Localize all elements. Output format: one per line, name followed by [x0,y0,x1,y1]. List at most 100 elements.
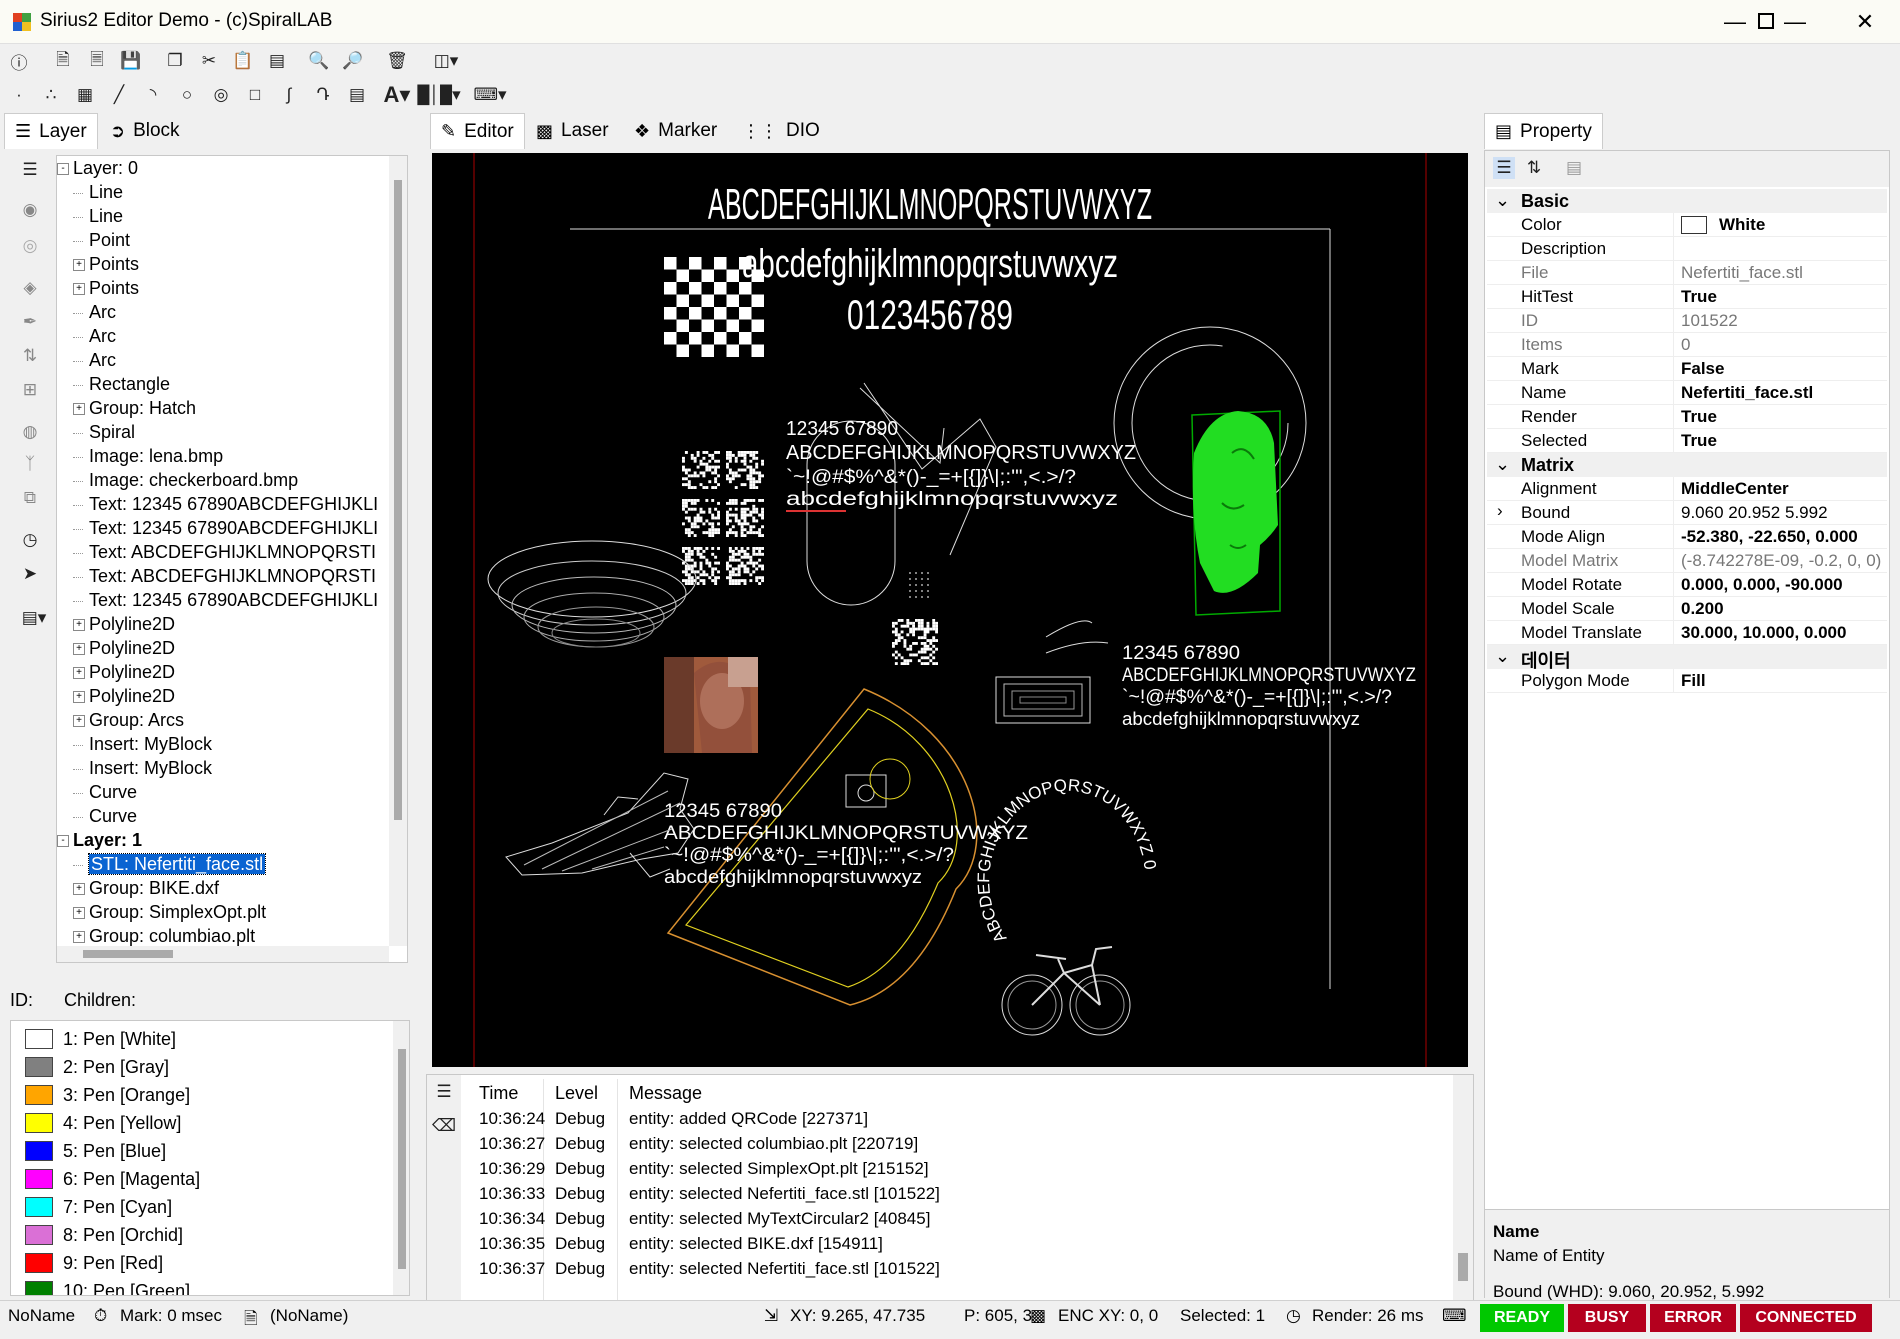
log-row[interactable]: 10:36:33 Debug entity: selected Nefertiti_… [469,1182,1449,1207]
tree-item[interactable]: Line [73,180,123,204]
property-row[interactable]: Polygon Mode Fill [1487,669,1887,693]
tree-item[interactable]: + Polyline2D [73,660,175,684]
tree-item[interactable]: Image: checkerboard.bmp [73,468,298,492]
property-value[interactable]: True [1681,287,1717,307]
property-row[interactable]: File Nefertiti_face.stl [1487,261,1887,285]
arc-icon[interactable]: ◝ [142,84,164,106]
tree-item[interactable]: + Group: Hatch [73,396,196,420]
property-row[interactable]: Model Matrix (-8.742278E-09, -0.2, 0, 0) [1487,549,1887,573]
tree-expander-icon[interactable]: + [73,259,85,272]
editor-canvas[interactable]: ABCDEFGHIJKLMNOPQRSTUVWXYZ abcdefghijklm… [432,153,1468,1067]
tree-item[interactable]: Arc [73,324,116,348]
property-value[interactable]: White [1719,215,1765,235]
tree-expander-icon[interactable]: + [73,907,85,920]
property-value[interactable]: 0.000, 0.000, -90.000 [1681,575,1843,595]
property-row[interactable]: › Bound 9.060 20.952 5.992 [1487,501,1887,525]
property-value[interactable]: Nefertiti_face.stl [1681,383,1813,403]
tree-item[interactable]: + Points [73,252,139,276]
property-pages-icon[interactable]: ▤ [1563,157,1585,179]
property-row[interactable]: Alignment MiddleCenter [1487,477,1887,501]
tree-item[interactable]: - Layer: 1 [57,828,142,852]
tree-item[interactable]: Curve [73,804,137,828]
tree-expander-icon[interactable]: + [73,691,85,704]
zoom-in-icon[interactable]: 🔎 [342,50,364,72]
tree-item[interactable]: STL: Nefertiti_face.stl [73,852,267,876]
property-category[interactable]: ⌄ Basic [1487,189,1887,213]
tree-item[interactable]: Text: ABCDEFGHIJKLMNOPQRSTI [73,564,376,588]
text-dropdown-icon[interactable]: A▾ [380,82,414,107]
tree-item[interactable]: + Polyline2D [73,636,175,660]
info-icon[interactable]: ⓘ [8,50,30,73]
datamatrix-entity[interactable] [892,619,938,665]
property-value[interactable]: 0.200 [1681,599,1724,619]
collapse-chevron-icon[interactable]: ⌄ [1495,646,1510,667]
tab-dio[interactable]: ⋮⋮ DIO [732,113,830,149]
fill-icon[interactable]: ◈ [19,277,41,299]
log-row[interactable]: 10:36:24 Debug entity: added QRCode [22737… [469,1107,1449,1132]
log-list-icon[interactable]: ☰ [433,1081,455,1103]
property-row[interactable]: Items 0 [1487,333,1887,357]
pen-item[interactable]: 5: Pen [Blue] [25,1137,166,1165]
tree-expander-icon[interactable]: + [73,643,85,656]
pen-item[interactable]: 2: Pen [Gray] [25,1053,169,1081]
pen-item[interactable]: 9: Pen [Red] [25,1249,163,1277]
log-row[interactable]: 10:36:27 Debug entity: selected columbiao.… [469,1132,1449,1157]
spiral-icon[interactable]: Դ [312,84,334,106]
3d-icon[interactable]: ◎ [19,235,41,257]
tree-item[interactable]: + Group: SimplexOpt.plt [73,900,266,924]
tree-expander-icon[interactable]: + [73,931,85,944]
tree-expander-icon[interactable]: + [73,883,85,896]
tree-expander-icon[interactable]: + [73,619,85,632]
property-row[interactable]: Color White [1487,213,1887,237]
tree-item[interactable]: Arc [73,300,116,324]
cut-icon[interactable]: ✂ [198,50,220,72]
tab-marker[interactable]: ❖ Marker [624,113,727,149]
image-icon[interactable]: ▤ [346,84,368,106]
property-value[interactable]: Nefertiti_face.stl [1681,263,1803,283]
barcode-dropdown-icon[interactable]: █│█▾ [417,84,460,106]
property-value[interactable]: True [1681,407,1717,427]
lena-image[interactable] [664,657,758,753]
property-row[interactable]: Description [1487,237,1887,261]
maximize-glyph[interactable] [1758,13,1774,29]
tree-vscroll-thumb[interactable] [394,180,402,820]
pen-vscroll[interactable] [393,1021,409,1295]
property-row[interactable]: Model Translate 30.000, 10.000, 0.000 [1487,621,1887,645]
property-value[interactable]: -52.380, -22.650, 0.000 [1681,527,1858,547]
paste-icon[interactable]: 📋 [232,50,254,72]
property-value[interactable]: False [1681,359,1724,379]
tree-item[interactable]: Line [73,204,123,228]
circle-icon[interactable]: ○ [176,84,198,106]
property-row[interactable]: Model Scale 0.200 [1487,597,1887,621]
property-category[interactable]: ⌄ 데이터 [1487,645,1887,671]
log-row[interactable]: 10:36:35 Debug entity: selected BIKE.dxf [… [469,1232,1449,1257]
collapse-chevron-icon[interactable]: ⌄ [1495,454,1510,475]
log-row[interactable]: 10:36:34 Debug entity: selected MyTextCirc… [469,1207,1449,1232]
tree-item[interactable]: Image: lena.bmp [73,444,223,468]
property-value[interactable]: MiddleCenter [1681,479,1789,499]
hatch-icon[interactable]: ◉ [19,199,41,221]
log-row[interactable]: 10:36:29 Debug entity: selected SimplexOpt… [469,1157,1449,1182]
tree-item[interactable]: + Group: BIKE.dxf [73,876,219,900]
log-header-level[interactable]: Level [555,1083,598,1104]
pen-item[interactable]: 7: Pen [Cyan] [25,1193,172,1221]
tree-expander-icon[interactable]: + [73,667,85,680]
log-header-message[interactable]: Message [629,1083,702,1104]
tree-vscroll[interactable] [389,156,407,946]
log-vscroll-thumb[interactable] [1458,1253,1468,1281]
tree-hscroll[interactable] [57,946,389,962]
new-document-icon[interactable]: 🗎 [52,50,74,72]
tree-expander-icon[interactable]: - [57,163,69,176]
tree-item[interactable]: Point [73,228,130,252]
control-dropdown-icon[interactable]: ⌨▾ [472,84,508,106]
property-value[interactable]: 9.060 20.952 5.992 [1681,503,1828,523]
property-row[interactable]: Name Nefertiti_face.stl [1487,381,1887,405]
tab-layer[interactable]: ☰ Layer [4,113,98,149]
trepan-icon[interactable]: ◎ [210,84,232,106]
more-dropdown-icon[interactable]: ▤▾ [19,607,49,629]
tab-editor[interactable]: ✎ Editor [430,113,525,149]
collapse-chevron-icon[interactable]: ⌄ [1495,190,1510,211]
property-row[interactable]: Mark False [1487,357,1887,381]
expand-chevron-icon[interactable]: › [1497,501,1503,521]
property-row[interactable]: Model Rotate 0.000, 0.000, -90.000 [1487,573,1887,597]
